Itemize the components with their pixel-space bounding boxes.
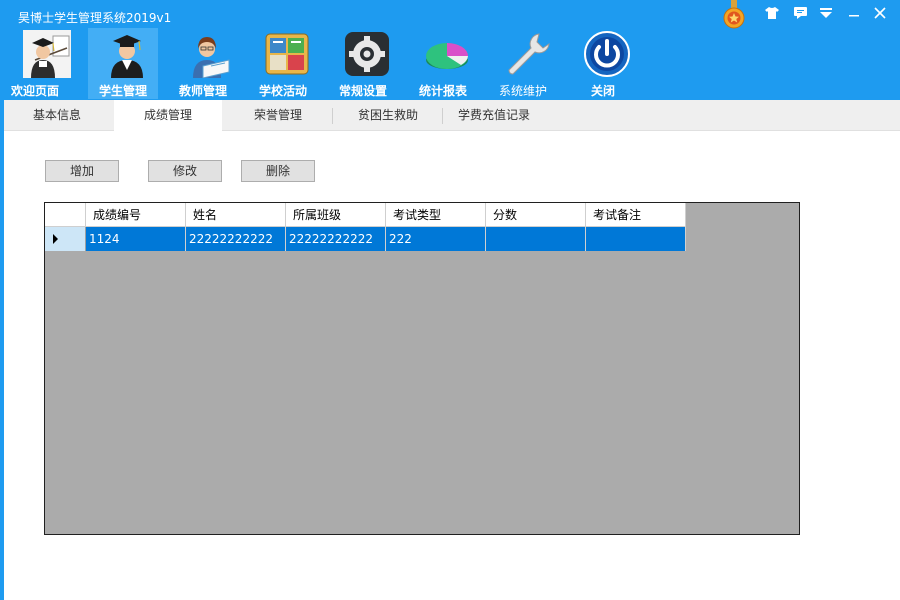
delete-button[interactable]: 删除 — [241, 160, 315, 182]
menu-icon[interactable] — [815, 4, 837, 22]
column-header[interactable]: 考试备注 — [586, 203, 686, 227]
nav-welcome-button[interactable]: 欢迎页面 — [8, 28, 78, 99]
grid-corner — [45, 203, 86, 227]
table-cell[interactable]: 222 — [386, 227, 486, 251]
pie-chart-icon — [423, 30, 471, 78]
tab-score-management[interactable]: 成绩管理 — [114, 100, 222, 131]
row-header[interactable] — [45, 227, 86, 251]
table-cell[interactable]: 22222222222 — [286, 227, 386, 251]
window-left-edge — [0, 100, 4, 600]
main-window: 昊博士学生管理系统2019v1 欢迎页面 学生管理 教师管理 学校活动 常规设置… — [0, 0, 900, 600]
shirt-icon[interactable] — [761, 4, 783, 22]
score-data-grid[interactable]: 成绩编号 姓名 所属班级 考试类型 分数 考试备注 1124 222222222… — [44, 202, 800, 535]
table-cell[interactable] — [586, 227, 686, 251]
medal-icon[interactable] — [722, 0, 746, 30]
tab-honor-management[interactable]: 荣誉管理 — [224, 100, 332, 130]
header-bar: 昊博士学生管理系统2019v1 欢迎页面 学生管理 教师管理 学校活动 常规设置… — [0, 0, 900, 100]
add-button[interactable]: 增加 — [45, 160, 119, 182]
table-cell[interactable] — [486, 227, 586, 251]
nav-report-button[interactable]: 统计报表 — [408, 28, 478, 99]
activity-board-icon — [263, 30, 311, 78]
nav-label: 欢迎页面 — [10, 84, 59, 98]
tab-basic-info[interactable]: 基本信息 — [4, 100, 110, 130]
table-cell[interactable]: 22222222222 — [186, 227, 286, 251]
tab-tuition-records[interactable]: 学费充值记录 — [444, 100, 544, 130]
graduate-icon — [103, 30, 151, 78]
tab-bar: 基本信息 成绩管理 荣誉管理 贫困生救助 学费充值记录 — [4, 100, 900, 131]
row-pointer-icon — [53, 234, 58, 244]
nav-teacher-button[interactable]: 教师管理 — [168, 28, 238, 99]
nav-label: 常规设置 — [338, 84, 387, 98]
tab-poverty-aid[interactable]: 贫困生救助 — [334, 100, 442, 130]
column-header[interactable]: 姓名 — [186, 203, 286, 227]
teacher-doctor-icon — [23, 30, 71, 78]
nav-label: 关闭 — [590, 84, 615, 98]
nav-activity-button[interactable]: 学校活动 — [248, 28, 318, 99]
chat-icon[interactable] — [789, 4, 811, 22]
table-cell[interactable]: 1124 — [86, 227, 186, 251]
nav-label: 教师管理 — [178, 84, 227, 98]
power-icon — [583, 30, 631, 78]
nav-label: 学校活动 — [258, 84, 307, 98]
nav-label: 统计报表 — [418, 84, 467, 98]
nav-close-button[interactable]: 关闭 — [568, 28, 638, 99]
nav-student-button[interactable]: 学生管理 — [88, 28, 158, 99]
wrench-icon — [503, 30, 551, 78]
nav-label: 学生管理 — [98, 84, 147, 98]
gear-icon — [343, 30, 391, 78]
nav-label: 系统维护 — [498, 84, 547, 98]
tab-divider — [332, 108, 333, 124]
column-header[interactable]: 所属班级 — [286, 203, 386, 227]
app-title: 昊博士学生管理系统2019v1 — [18, 11, 172, 25]
tab-divider — [442, 108, 443, 124]
minimize-icon[interactable] — [843, 4, 865, 22]
column-header[interactable]: 分数 — [486, 203, 586, 227]
close-icon[interactable] — [869, 4, 891, 22]
edit-button[interactable]: 修改 — [148, 160, 222, 182]
nav-maintenance-button[interactable]: 系统维护 — [488, 28, 558, 99]
column-header[interactable]: 考试类型 — [386, 203, 486, 227]
female-teacher-icon — [183, 30, 231, 79]
nav-settings-button[interactable]: 常规设置 — [328, 28, 398, 99]
column-header[interactable]: 成绩编号 — [86, 203, 186, 227]
